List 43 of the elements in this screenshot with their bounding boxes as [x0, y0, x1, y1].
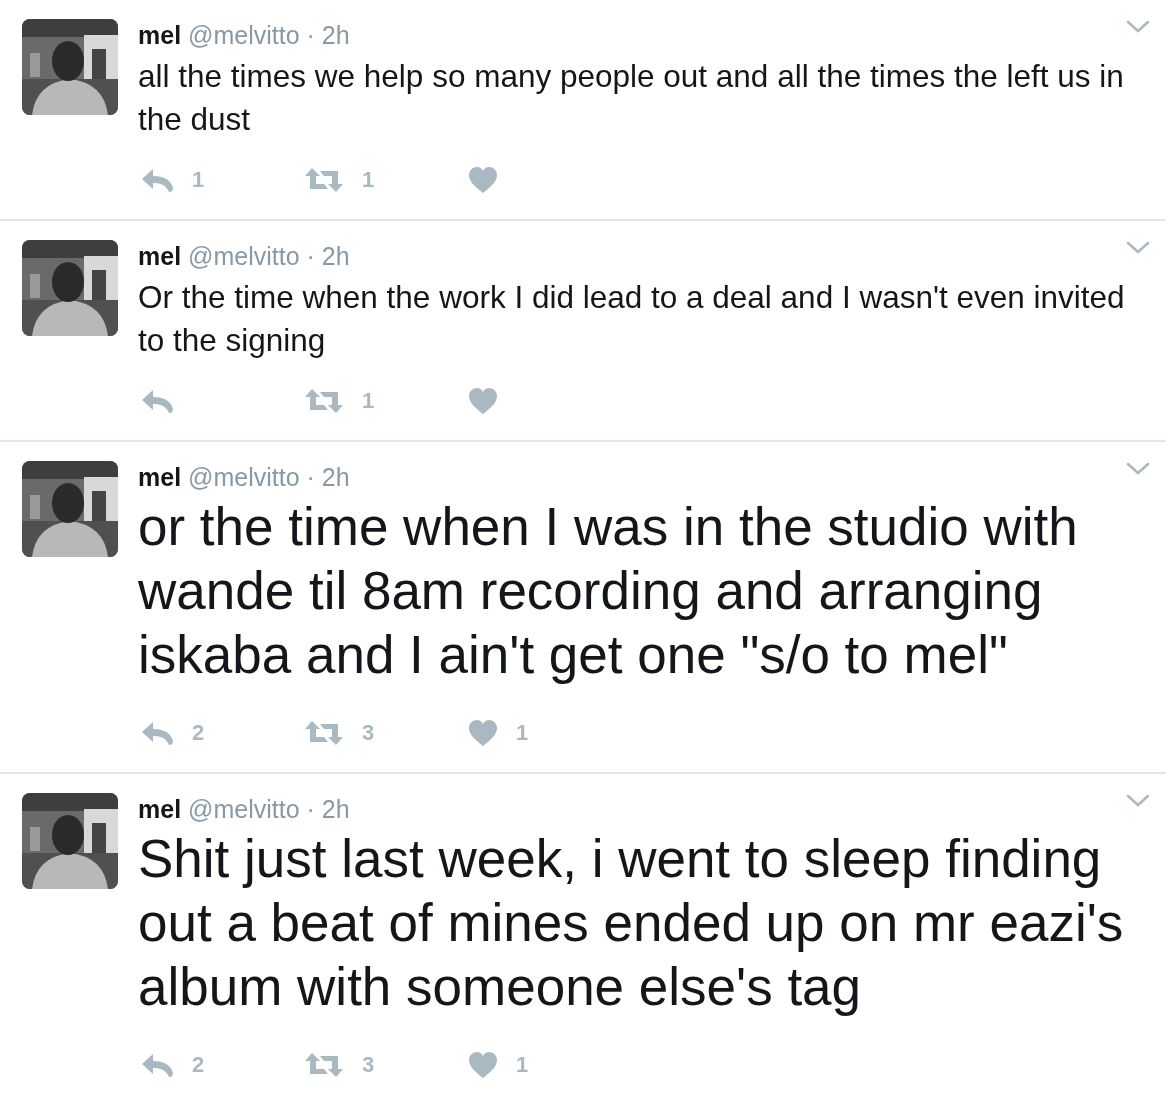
like-button[interactable]: 1	[466, 1051, 529, 1079]
user-handle[interactable]: @melvitto	[188, 242, 300, 270]
retweet-button[interactable]: 1	[302, 167, 466, 193]
reply-icon	[140, 388, 174, 414]
caret-icon[interactable]	[1126, 241, 1150, 255]
reply-icon	[140, 720, 174, 746]
reply-button[interactable]: 1	[138, 167, 302, 193]
retweet-icon	[304, 167, 344, 193]
user-handle[interactable]: @melvitto	[188, 795, 300, 823]
user-name[interactable]: mel	[138, 463, 182, 491]
caret-icon[interactable]	[1126, 462, 1150, 476]
user-name[interactable]: mel	[138, 795, 182, 823]
tweet-text: or the time when I was in the studio with wande til 8am recording and arranging iskaba and I ain't get one "s/o to mel"	[138, 496, 1079, 686]
like-button[interactable]	[466, 387, 498, 415]
retweet-button[interactable]: 3	[302, 1052, 466, 1078]
user-handle[interactable]: @melvitto	[188, 21, 300, 49]
user-handle[interactable]: @melvitto	[188, 463, 300, 491]
tweet-text: all the times we help so many people out and all the times the left us in the dust	[138, 57, 1125, 139]
tweet-text: Or the time when the work I did lead to a deal and I wasn't even invited to the signing	[138, 278, 1126, 360]
like-button[interactable]	[466, 166, 498, 194]
retweet-icon	[304, 720, 344, 746]
retweet-icon	[304, 388, 344, 414]
retweet-icon	[304, 1052, 344, 1078]
timestamp[interactable]: · 2h	[306, 463, 350, 491]
heart-icon	[468, 387, 498, 415]
timestamp[interactable]: · 2h	[306, 242, 350, 270]
retweet-button[interactable]: 1	[302, 388, 466, 414]
caret-icon[interactable]	[1126, 20, 1150, 34]
caret-icon[interactable]	[1126, 794, 1150, 808]
heart-icon	[468, 719, 498, 747]
heart-icon	[468, 1051, 498, 1079]
reply-button[interactable]: 2	[138, 1052, 302, 1078]
user-name[interactable]: mel	[138, 242, 182, 270]
timestamp[interactable]: · 2h	[306, 795, 350, 823]
user-name[interactable]: mel	[138, 21, 182, 49]
reply-icon	[140, 167, 174, 193]
reply-button[interactable]: 2	[138, 720, 302, 746]
timestamp[interactable]: · 2h	[306, 21, 350, 49]
reply-icon	[140, 1052, 174, 1078]
retweet-button[interactable]: 3	[302, 720, 466, 746]
heart-icon	[468, 166, 498, 194]
like-button[interactable]: 1	[466, 719, 529, 747]
tweet-text: Shit just last week, i went to sleep finding out a beat of mines ended up on mr eazi's album with someone else's tag	[138, 828, 1125, 1018]
